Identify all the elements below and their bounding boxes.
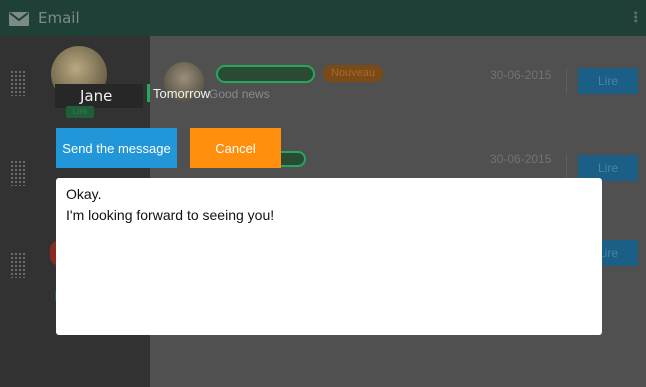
message-line: I'm looking forward to seeing you! bbox=[66, 207, 275, 223]
message-date: 30-06-2015 bbox=[490, 68, 552, 82]
message-textarea[interactable]: Okay. I'm looking forward to seeing you! bbox=[56, 178, 602, 335]
read-button[interactable]: Lire bbox=[578, 68, 638, 94]
status-badge bbox=[216, 65, 315, 83]
message-preview: Good news bbox=[209, 87, 270, 101]
drag-handle-icon[interactable] bbox=[10, 160, 26, 186]
cancel-button[interactable]: Cancel bbox=[190, 128, 281, 168]
more-vertical-icon[interactable]: • • • bbox=[633, 8, 640, 27]
divider bbox=[566, 68, 567, 94]
message-date: 30-06-2015 bbox=[490, 152, 552, 166]
divider bbox=[566, 154, 567, 180]
app-header: Email • • • bbox=[0, 0, 646, 36]
app-title: Email bbox=[38, 9, 80, 27]
message-line: Okay. bbox=[66, 186, 102, 202]
message-subject: Tomorrow bbox=[153, 86, 211, 101]
new-badge: Nouveau bbox=[323, 65, 383, 82]
contact-name: Jane bbox=[80, 87, 113, 105]
selection-indicator bbox=[147, 84, 150, 102]
drag-handle-icon[interactable] bbox=[10, 252, 26, 278]
drag-handle-icon[interactable] bbox=[10, 70, 26, 96]
online-badge: Lire bbox=[66, 106, 94, 118]
send-message-button[interactable]: Send the message bbox=[56, 128, 177, 168]
mail-icon bbox=[9, 11, 29, 30]
